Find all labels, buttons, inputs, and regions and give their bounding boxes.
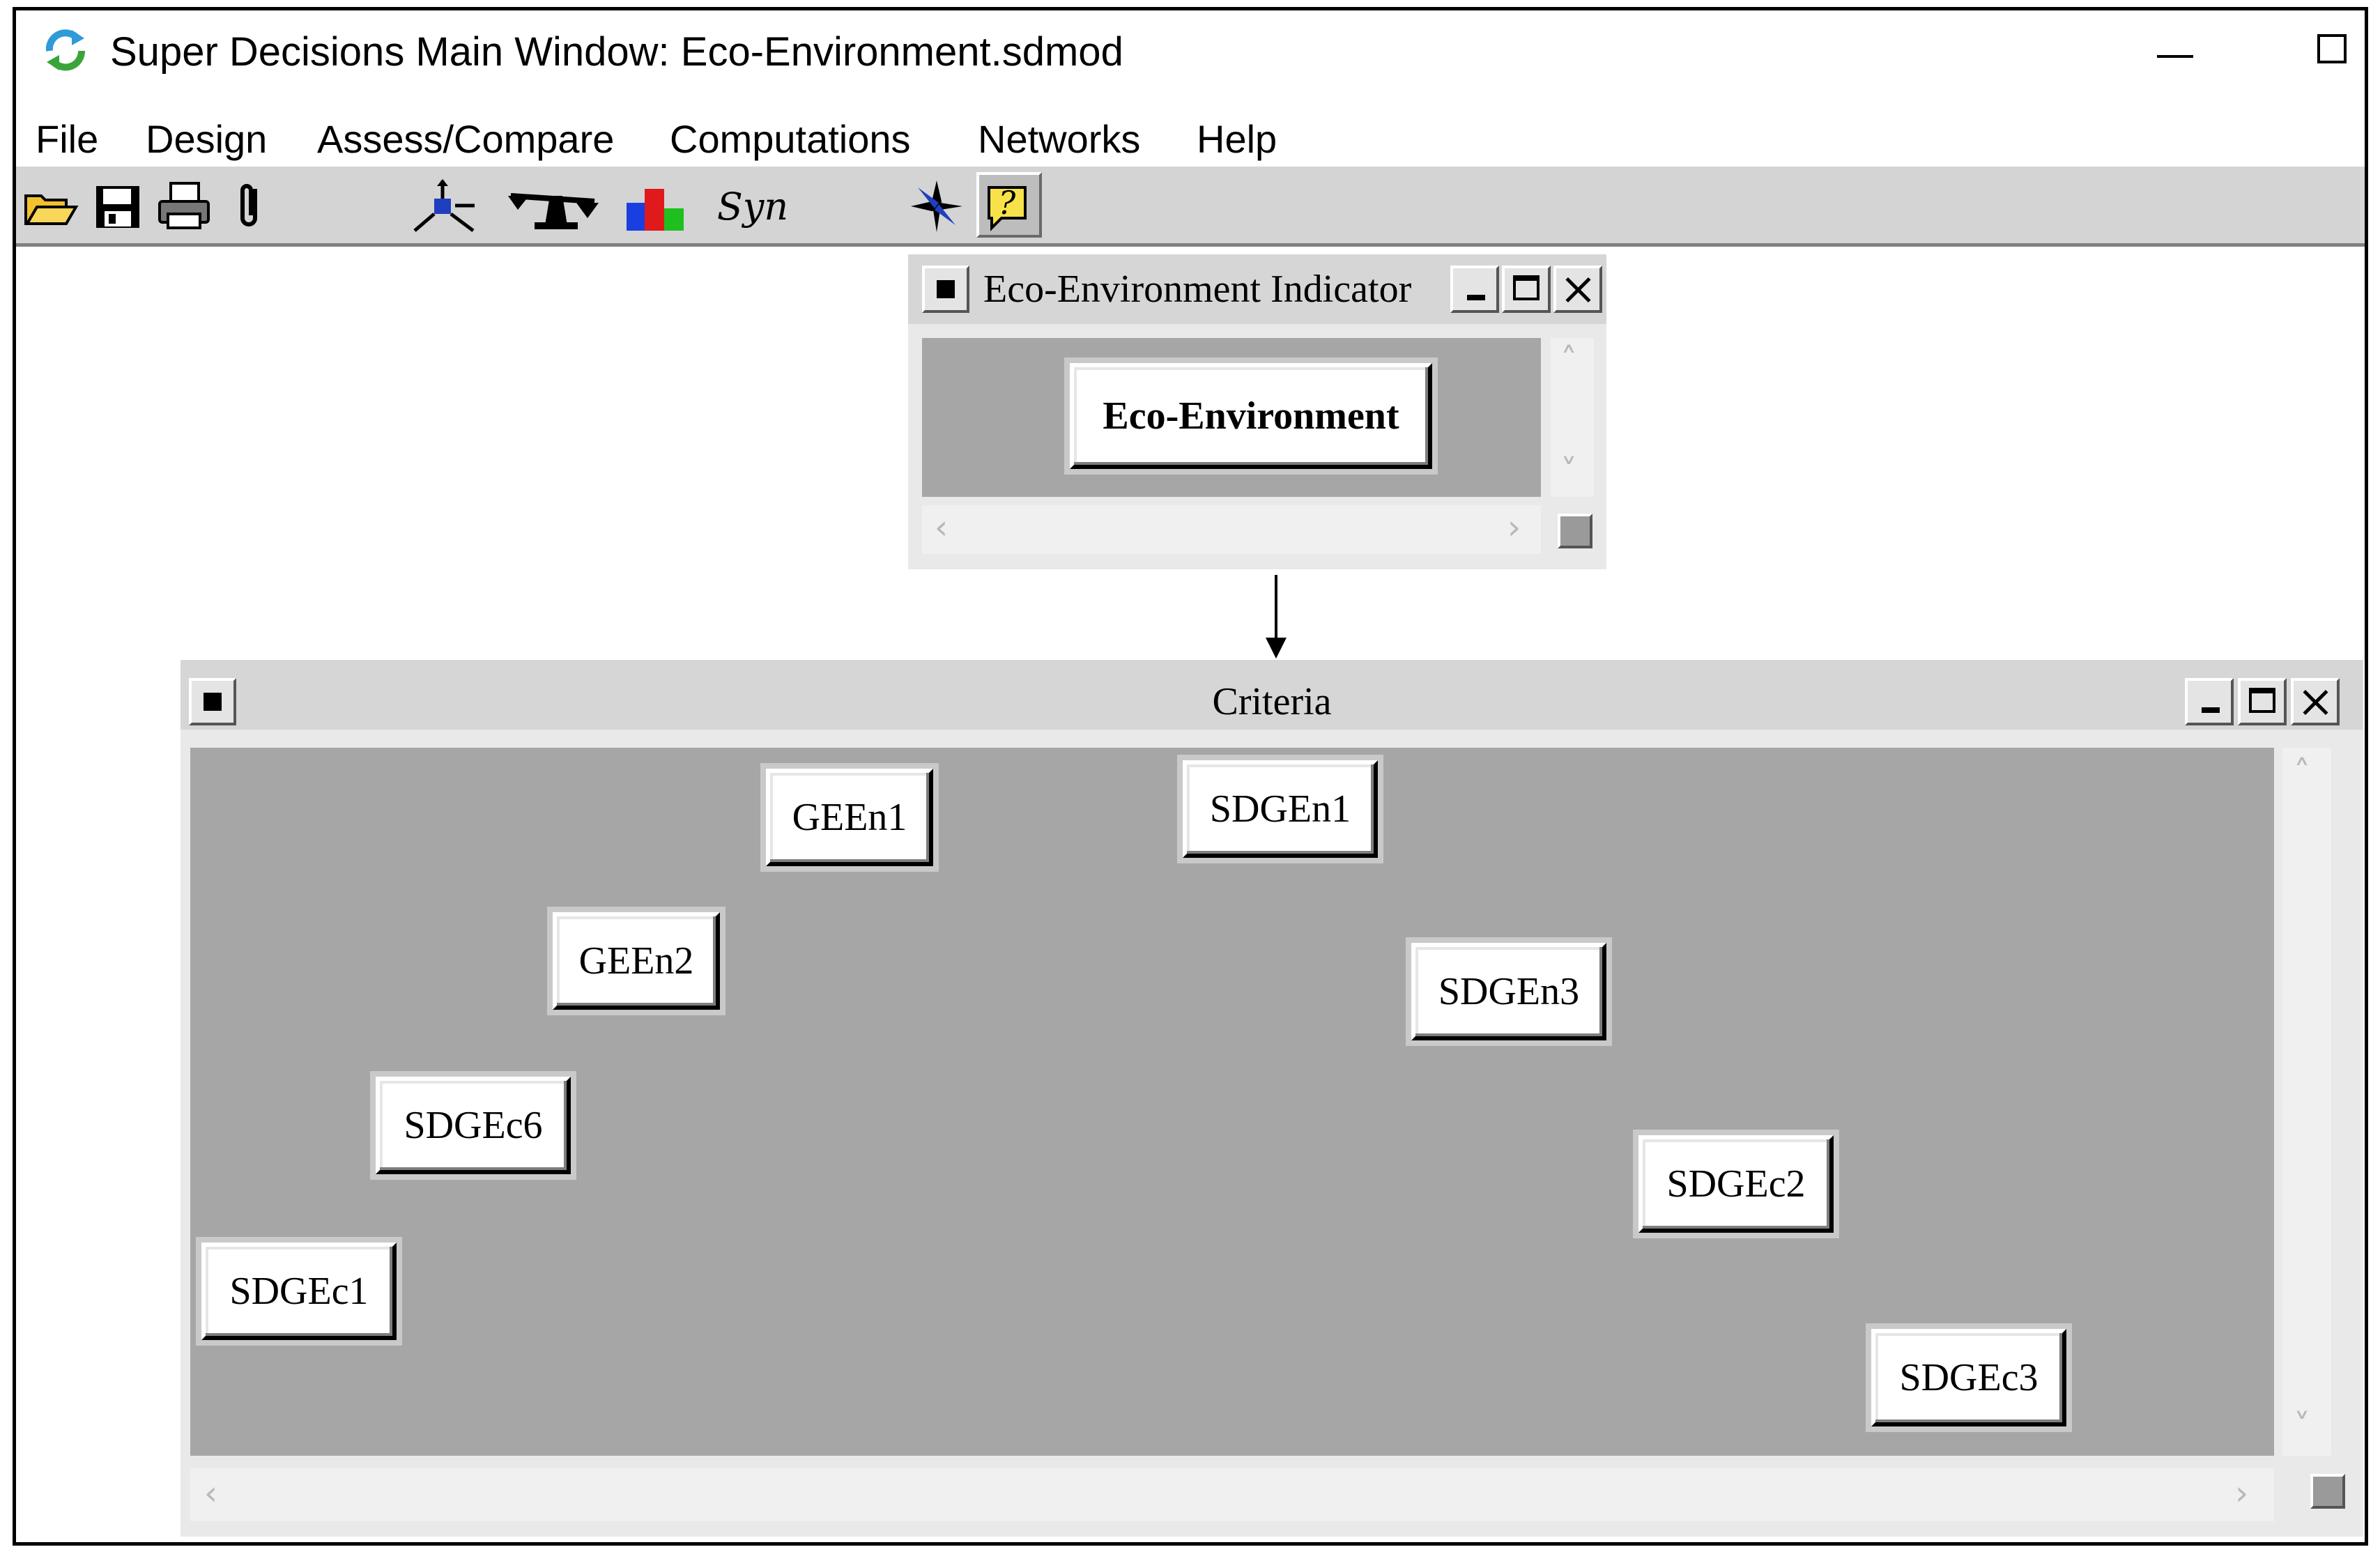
app-refresh-icon xyxy=(45,29,86,71)
cluster-close-button[interactable] xyxy=(1553,266,1602,313)
compass-star-icon[interactable] xyxy=(908,178,965,235)
cluster-minimize-button[interactable] xyxy=(2185,678,2234,725)
node-sdgec3[interactable]: SDGEc3 xyxy=(1866,1323,2072,1432)
cluster-maximize-button[interactable] xyxy=(1502,266,1551,313)
scroll-up-icon[interactable]: ˄ xyxy=(2294,756,2310,790)
cluster-horizontal-scrollbar[interactable]: ‹ › xyxy=(922,505,1541,554)
cluster-horizontal-scrollbar[interactable]: ‹ › xyxy=(190,1468,2274,1521)
cluster-minimize-button[interactable] xyxy=(1450,266,1499,313)
hierarchy-tree-icon[interactable] xyxy=(406,178,483,235)
scroll-right-icon[interactable]: › xyxy=(2235,1477,2248,1510)
node-sdgen3[interactable]: SDGEn3 xyxy=(1406,937,1612,1046)
cluster-title: Eco-Environment Indicator xyxy=(983,268,1412,311)
cluster-titlebar: Eco-Environment Indicator xyxy=(908,254,1606,324)
menu-assess-compare[interactable]: Assess/Compare xyxy=(317,111,614,167)
svg-text:?: ? xyxy=(999,184,1016,222)
menu-bar: File Design Assess/Compare Computations … xyxy=(16,105,2365,174)
menu-file[interactable]: File xyxy=(36,111,98,167)
scroll-left-icon[interactable]: ‹ xyxy=(204,1477,217,1510)
cluster-close-button[interactable] xyxy=(2291,678,2340,725)
synthesize-label: Syn xyxy=(716,185,789,229)
paperclip-icon[interactable] xyxy=(222,178,279,235)
cluster-system-menu-button[interactable] xyxy=(922,266,969,313)
window-title: Super Decisions Main Window: Eco-Environ… xyxy=(110,29,1123,75)
scroll-down-icon[interactable]: ˅ xyxy=(2294,1410,2310,1443)
scroll-down-icon[interactable]: ˅ xyxy=(1560,455,1577,488)
node-eco-environment[interactable]: Eco-Environment xyxy=(1064,357,1438,475)
node-geen1[interactable]: GEEn1 xyxy=(760,763,939,872)
minimize-button[interactable] xyxy=(2149,24,2204,80)
node-geen2[interactable]: GEEn2 xyxy=(547,907,725,1015)
connection-arrow-head xyxy=(1266,638,1287,659)
maximize-button[interactable] xyxy=(2309,26,2354,70)
node-sdgec2[interactable]: SDGEc2 xyxy=(1633,1130,1839,1238)
open-folder-icon[interactable] xyxy=(22,178,79,235)
cluster-canvas[interactable]: Eco-Environment xyxy=(922,338,1541,497)
cluster-resize-corner[interactable] xyxy=(1558,514,1592,548)
scroll-up-icon[interactable]: ˄ xyxy=(1560,344,1577,377)
help-icon[interactable]: ? xyxy=(976,172,1042,238)
balance-scale-icon[interactable] xyxy=(504,178,601,235)
node-sdgec1[interactable]: SDGEc1 xyxy=(196,1237,402,1346)
node-sdgen1[interactable]: SDGEn1 xyxy=(1177,755,1383,863)
print-icon[interactable] xyxy=(155,178,213,235)
cluster-vertical-scrollbar[interactable]: ˄ ˅ xyxy=(1551,338,1594,497)
menu-computations[interactable]: Computations xyxy=(670,111,911,167)
synthesize-icon[interactable]: Syn xyxy=(707,178,798,235)
cluster-window-eco-environment-indicator: Eco-Environment Indicator Eco-Environmen… xyxy=(908,254,1606,569)
cluster-titlebar: Criteria xyxy=(181,660,2363,730)
cluster-maximize-button[interactable] xyxy=(2238,678,2287,725)
node-sdgec6[interactable]: SDGEc6 xyxy=(370,1071,576,1180)
cluster-resize-corner[interactable] xyxy=(2310,1474,2345,1509)
toolbar: Syn ? xyxy=(16,167,2365,247)
main-window: Super Decisions Main Window: Eco-Environ… xyxy=(13,7,2368,1546)
cluster-window-criteria: Criteria GEEn1 SDGEn1 GEEn2 SDGEn3 SDGEc… xyxy=(181,660,2363,1537)
cluster-vertical-scrollbar[interactable]: ˄ ˅ xyxy=(2282,748,2331,1456)
title-bar: Super Decisions Main Window: Eco-Environ… xyxy=(16,10,2365,93)
menu-design[interactable]: Design xyxy=(146,111,267,167)
color-bars-icon[interactable] xyxy=(621,178,691,235)
cluster-canvas[interactable]: GEEn1 SDGEn1 GEEn2 SDGEn3 SDGEc6 SDGEc2 … xyxy=(190,748,2274,1456)
menu-help[interactable]: Help xyxy=(1197,111,1277,167)
scroll-right-icon[interactable]: › xyxy=(1507,511,1521,544)
menu-networks[interactable]: Networks xyxy=(978,111,1140,167)
save-disk-icon[interactable] xyxy=(89,178,146,235)
connection-arrow-line xyxy=(1275,575,1277,645)
scroll-left-icon[interactable]: ‹ xyxy=(935,511,948,544)
cluster-title: Criteria xyxy=(1212,680,1332,723)
